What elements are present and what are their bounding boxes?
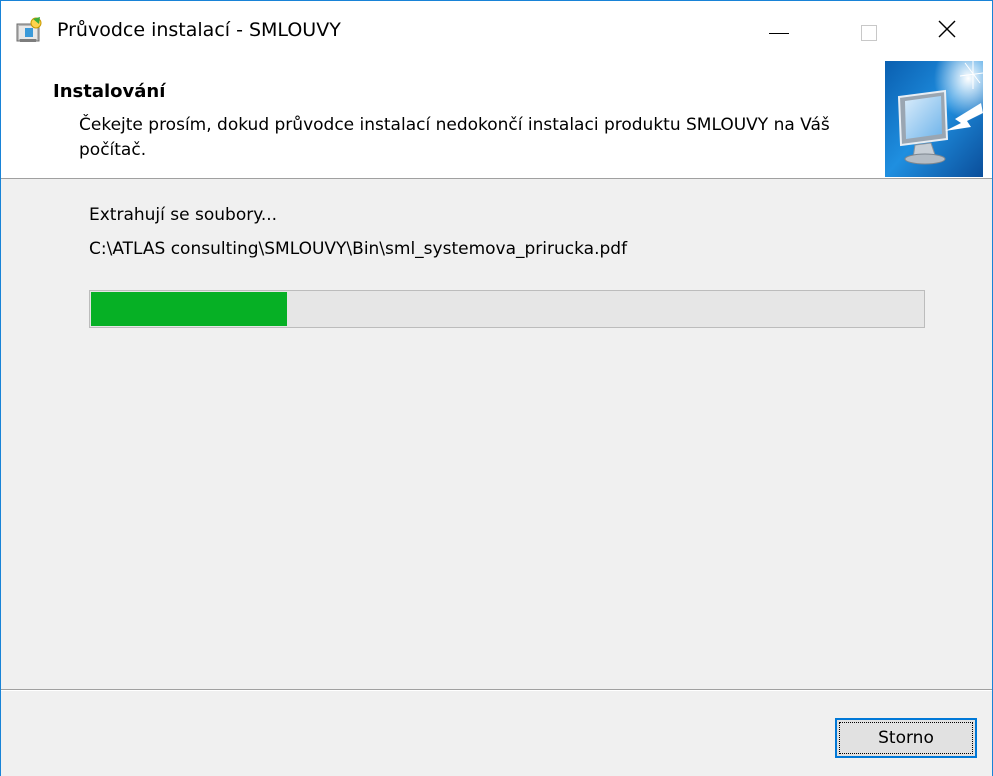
wizard-header: Instalování Čekejte prosím, dokud průvod… xyxy=(1,61,992,179)
monitor-install-icon xyxy=(885,61,984,177)
progress-bar xyxy=(89,290,925,328)
cancel-button-label: Storno xyxy=(878,728,934,748)
close-button[interactable] xyxy=(902,1,992,61)
current-file-path: C:\ATLAS consulting\SMLOUVY\Bin\sml_syst… xyxy=(89,239,628,259)
maximize-button xyxy=(824,1,914,61)
progress-bar-fill xyxy=(91,292,287,326)
maximize-icon xyxy=(861,25,877,41)
window-title: Průvodce instalací - SMLOUVY xyxy=(57,19,341,41)
installer-window: Průvodce instalací - SMLOUVY Instalování… xyxy=(0,0,993,776)
status-text: Extrahují se soubory... xyxy=(89,205,278,225)
footer-divider-highlight xyxy=(1,690,992,691)
page-description: Čekejte prosím, dokud průvodce instalací… xyxy=(79,115,830,160)
installer-icon xyxy=(14,15,46,45)
minimize-button[interactable] xyxy=(734,1,824,61)
cancel-button[interactable]: Storno xyxy=(835,718,977,758)
minimize-icon xyxy=(769,32,789,34)
wizard-body: Extrahují se soubory... C:\ATLAS consult… xyxy=(1,179,992,689)
close-icon xyxy=(937,19,957,43)
page-title: Instalování xyxy=(53,81,166,102)
title-bar[interactable]: Průvodce instalací - SMLOUVY xyxy=(1,1,992,61)
